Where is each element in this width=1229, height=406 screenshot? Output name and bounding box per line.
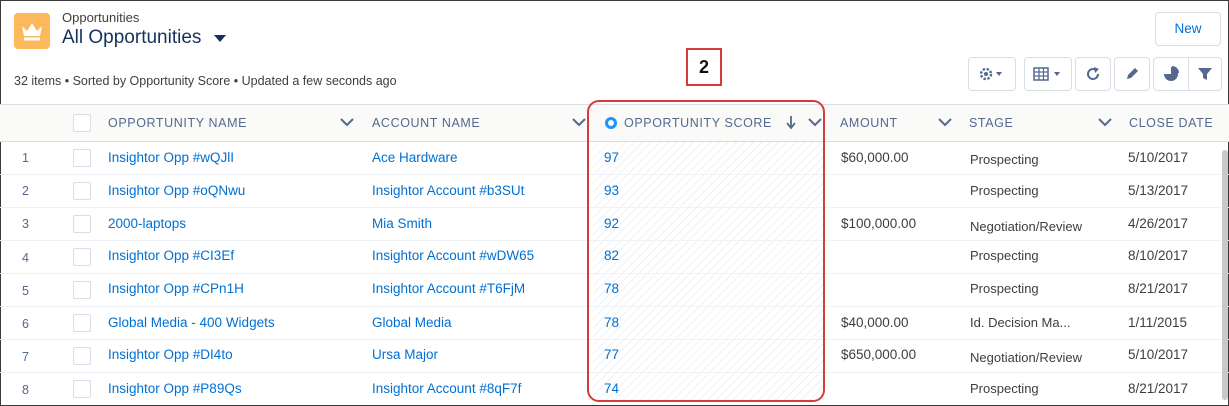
settings-icon (979, 67, 1002, 81)
column-header-opportunity-name[interactable]: OPPORTUNITY NAME (108, 116, 247, 130)
vertical-scrollbar[interactable] (1222, 150, 1228, 400)
caret-down-icon[interactable] (213, 34, 227, 43)
account-name-link[interactable]: Ace Hardware (372, 150, 458, 165)
close-date-value: 8/21/2017 (1128, 381, 1189, 396)
close-date-value: 5/10/2017 (1128, 347, 1189, 362)
refresh-icon (1087, 67, 1100, 80)
amount-value: $650,000.00 (841, 347, 917, 362)
close-date-value: 8/10/2017 (1128, 248, 1189, 263)
display-as-button[interactable] (1024, 57, 1072, 91)
account-name-link[interactable]: Insightor Account #wDW65 (372, 248, 534, 263)
row-checkbox[interactable] (73, 314, 91, 332)
row-checkbox[interactable] (73, 182, 91, 200)
account-name-link[interactable]: Insightor Account #b3SUt (372, 183, 524, 198)
opportunity-name-link[interactable]: Insightor Opp #CPn1H (108, 281, 244, 296)
stage-value: Prospecting (970, 183, 1039, 198)
row-number: 6 (22, 317, 29, 331)
row-number: 4 (22, 251, 29, 265)
row-number: 5 (22, 284, 29, 298)
chevron-down-icon[interactable] (938, 117, 952, 127)
chevron-down-icon[interactable] (572, 117, 586, 127)
row-checkbox[interactable] (73, 347, 91, 365)
chevron-down-icon[interactable] (340, 117, 354, 127)
close-date-value: 1/11/2015 (1128, 315, 1188, 330)
close-date-value: 5/10/2017 (1128, 150, 1189, 165)
row-checkbox[interactable] (73, 215, 91, 233)
opportunity-name-link[interactable]: Insightor Opp #DI4to (108, 347, 233, 362)
chevron-down-icon[interactable] (1098, 117, 1112, 127)
list-view-switcher[interactable]: All Opportunities (62, 27, 227, 49)
stage-value: Id. Decision Ma... (970, 315, 1071, 330)
stage-value: Prospecting (970, 152, 1039, 167)
column-header-account-name[interactable]: ACCOUNT NAME (372, 116, 480, 130)
row-checkbox[interactable] (73, 149, 91, 167)
chart-icon (1164, 66, 1179, 81)
callout-badge: 2 (686, 48, 722, 86)
column-header-stage[interactable]: STAGE (969, 116, 1013, 130)
opportunity-name-link[interactable]: Insightor Opp #P89Qs (108, 381, 242, 396)
edit-icon (1127, 68, 1138, 79)
amount-value: $60,000.00 (841, 150, 909, 165)
list-meta-info: 32 items • Sorted by Opportunity Score •… (14, 74, 397, 88)
stage-value: Prospecting (970, 281, 1039, 296)
close-date-value: 8/21/2017 (1128, 281, 1189, 296)
amount-value: $40,000.00 (841, 315, 909, 330)
row-number: 1 (22, 151, 29, 165)
score-column-highlight (587, 100, 825, 402)
column-header-amount[interactable]: AMOUNT (840, 116, 898, 130)
column-header-close-date[interactable]: CLOSE DATE (1129, 116, 1213, 130)
close-date-value: 5/13/2017 (1128, 183, 1189, 198)
edit-list-button[interactable] (1114, 57, 1150, 91)
account-name-link[interactable]: Mia Smith (372, 216, 432, 231)
opportunity-name-link[interactable]: 2000-laptops (108, 216, 186, 231)
row-number: 7 (22, 350, 29, 364)
stage-value: Prospecting (970, 248, 1039, 263)
row-number: 3 (22, 217, 29, 231)
row-number: 2 (22, 184, 29, 198)
crown-icon (14, 13, 50, 49)
amount-value: $100,000.00 (841, 216, 917, 231)
table-icon (1033, 67, 1060, 81)
stage-value: Negotiation/Review (970, 350, 1083, 365)
close-date-value: 4/26/2017 (1128, 216, 1189, 231)
row-checkbox[interactable] (73, 380, 91, 398)
account-name-link[interactable]: Ursa Major (372, 347, 438, 362)
charts-button[interactable] (1153, 57, 1189, 91)
page-title: All Opportunities (62, 27, 202, 48)
object-label: Opportunities (62, 10, 140, 25)
list-settings-button[interactable] (968, 57, 1016, 91)
opportunity-name-link[interactable]: Insightor Opp #CI3Ef (108, 248, 234, 263)
row-number: 8 (22, 383, 29, 397)
row-checkbox[interactable] (73, 281, 91, 299)
account-name-link[interactable]: Global Media (372, 315, 452, 330)
stage-value: Negotiation/Review (970, 219, 1083, 234)
account-name-link[interactable]: Insightor Account #T6FjM (372, 281, 525, 296)
refresh-button[interactable] (1075, 57, 1111, 91)
account-name-link[interactable]: Insightor Account #8qF7f (372, 381, 521, 396)
opportunity-name-link[interactable]: Insightor Opp #oQNwu (108, 183, 245, 198)
stage-value: Prospecting (970, 381, 1039, 396)
row-checkbox[interactable] (73, 248, 91, 266)
opportunity-name-link[interactable]: Global Media - 400 Widgets (108, 315, 275, 330)
filter-icon (1198, 68, 1212, 80)
filter-button[interactable] (1188, 57, 1222, 91)
select-all-checkbox[interactable] (73, 114, 91, 132)
opportunity-name-link[interactable]: Insightor Opp #wQJlI (108, 150, 234, 165)
new-button[interactable]: New (1155, 12, 1221, 46)
